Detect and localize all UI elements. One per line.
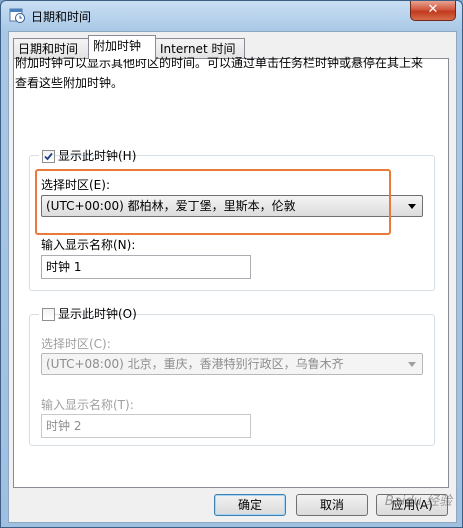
date-time-dialog: 日期和时间 ✕ 日期和时间 附加时钟 Internet 时间 附加时钟可以显示其… — [0, 0, 463, 528]
clock1-timezone-value: (UTC+00:00) 都柏林，爱丁堡，里斯本，伦敦 — [46, 199, 296, 213]
clock1-name-label: 输入显示名称(N): — [41, 238, 136, 252]
checkmark-icon — [44, 152, 53, 161]
watermark: Baidu 经验 — [384, 494, 452, 509]
clock2-timezone-select[interactable]: (UTC+08:00) 北京，重庆，香港特别行政区，乌鲁木齐 — [41, 353, 423, 375]
description-text: 附加时钟可以显示其他时区的时间。可以通过单击任务栏时钟或悬停在其上来查看这些附加… — [15, 56, 424, 90]
title-bar[interactable]: 日期和时间 ✕ — [1, 1, 462, 31]
cancel-button[interactable]: 取消 — [296, 494, 368, 516]
ok-button[interactable]: 确定 — [214, 494, 286, 516]
chevron-down-icon — [408, 204, 416, 209]
clock2-show-label: 显示此时钟(O) — [58, 307, 137, 321]
clock1-timezone-label: 选择时区(E): — [41, 178, 110, 192]
clock1-checkbox-box[interactable] — [42, 150, 55, 163]
chevron-down-icon — [408, 362, 416, 367]
window-title: 日期和时间 — [31, 10, 92, 24]
clock2-name-input[interactable]: 时钟 2 — [41, 414, 251, 438]
clock-calendar-icon — [9, 8, 25, 23]
clock2-name-label: 输入显示名称(T): — [41, 398, 134, 412]
clock1-timezone-select[interactable]: (UTC+00:00) 都柏林，爱丁堡，里斯本，伦敦 — [41, 195, 423, 217]
clock1-show-label: 显示此时钟(H) — [58, 149, 137, 163]
clock1-name-input[interactable]: 时钟 1 — [41, 255, 251, 279]
clock2-checkbox-box[interactable] — [42, 308, 55, 321]
close-icon: ✕ — [427, 2, 439, 17]
clock2-timezone-label: 选择时区(C): — [41, 337, 111, 351]
close-button[interactable]: ✕ — [410, 1, 456, 21]
clock1-show-checkbox[interactable]: 显示此时钟(H) — [39, 148, 136, 164]
tab-additional-clocks[interactable]: 附加时钟 — [88, 35, 156, 59]
clock2-show-checkbox[interactable]: 显示此时钟(O) — [39, 306, 137, 322]
clock2-timezone-value: (UTC+08:00) 北京，重庆，香港特别行政区，乌鲁木齐 — [46, 357, 344, 371]
